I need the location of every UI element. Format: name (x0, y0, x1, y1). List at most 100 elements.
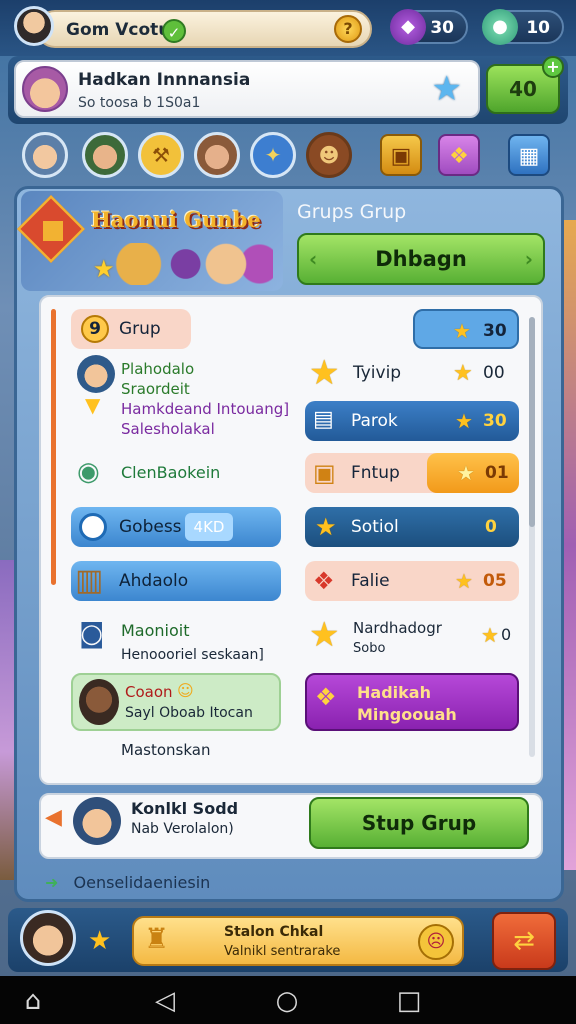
exit-button[interactable]: ⇄ (492, 912, 556, 970)
profile-subtitle: So toosa b 1S0a1 (78, 95, 201, 111)
group-label: Grup (119, 319, 161, 339)
right-item-label: Fntup (351, 463, 400, 483)
scrollbar[interactable] (529, 317, 535, 757)
star-icon: ★ (309, 353, 340, 393)
groups-title: Grups Grup (297, 201, 407, 223)
setup-group-button[interactable]: Stup Grup (309, 797, 529, 849)
group-value-pill[interactable]: ★ 30 (413, 309, 519, 349)
gift-icon: ❖ (315, 683, 337, 711)
footer-note-text: Oenselidaeniesin (73, 873, 211, 892)
cup-icon: ♜ (144, 922, 170, 955)
member-line4: Salesholakal (121, 420, 215, 438)
group-value: 30 (483, 321, 507, 341)
star-icon: ★ (453, 361, 473, 386)
left-item-coaon[interactable]: Coaon ☺ Sayl Oboab Itocan (71, 673, 281, 731)
check-icon: ✓ (162, 19, 186, 43)
status-sub: Valnikl sentrarake (224, 944, 341, 959)
right-item-value: 30 (483, 411, 507, 431)
gems-counter[interactable]: ◆ 30 (390, 9, 468, 45)
left-item-title: Maonioit (121, 621, 190, 640)
left-item-ahdaolo[interactable]: ▥ Ahdaolo (71, 561, 281, 601)
player-avatar[interactable] (20, 910, 76, 966)
scrollbar-thumb[interactable] (529, 317, 535, 527)
profile-banner: Hadkan Innnansia So toosa b 1S0a1 ★ 40 + (8, 56, 568, 124)
chevron-left-icon: ‹ (309, 247, 318, 271)
right-item-fntup[interactable]: ▣ Fntup ★ 01 (305, 453, 519, 493)
icon-row: ⚒ ✦ ☻ ▣ ❖ ▦ (18, 132, 562, 184)
right-item-falie[interactable]: ❖ Falie ★ 05 (305, 561, 519, 601)
star-icon: ★ (88, 926, 112, 956)
star-icon: ★ (431, 69, 462, 109)
right-item-value: 0 (485, 517, 497, 537)
right-item-value: 00 (483, 363, 505, 383)
star-icon: ★ (455, 409, 473, 433)
coin-icon[interactable]: ? (334, 15, 362, 43)
right-item-value: 01 (485, 463, 509, 483)
member-avatar[interactable] (73, 797, 121, 845)
back-icon[interactable]: ◁ (148, 984, 182, 1018)
tokens-value: 10 (526, 18, 550, 38)
star-icon: ★ (453, 319, 471, 343)
arrow-left-icon: ◀ (45, 805, 62, 830)
card-name: Konlkl Sodd (131, 799, 239, 818)
right-item-label: Sotiol (351, 517, 399, 537)
main-panel: Haonui Gunbe ★ Grups Grup ‹ Dhbagn › 9 G… (14, 186, 564, 902)
crate-icon[interactable]: ▣ (380, 134, 422, 176)
medal-icon: ▼ (85, 393, 101, 417)
left-item-title: ClenBaokein (121, 463, 221, 482)
setup-group-label: Stup Grup (361, 811, 477, 835)
tokens-counter[interactable]: ● 10 (482, 9, 564, 45)
game-title: Haonui Gunbe (91, 207, 261, 232)
member-avatar[interactable] (77, 355, 115, 393)
status-panel[interactable]: ♜ Stalon Chkal Valnikl sentrarake ☹ (132, 916, 464, 966)
friend-avatar-1[interactable] (22, 132, 68, 178)
profile-name: Hadkan Innnansia (78, 70, 251, 90)
star-icon: ★ (457, 461, 475, 485)
right-item-parok[interactable]: ▤ Parok ★ 30 (305, 401, 519, 441)
box-icon[interactable]: ▦ (508, 134, 550, 176)
member-info: Plahodalo Sraordeit Hamkdeand Intouang] … (121, 359, 289, 439)
plus-icon[interactable]: + (542, 56, 564, 78)
right-item-label: Falie (351, 571, 390, 591)
player-avatar[interactable] (14, 6, 54, 46)
banner-artwork (105, 243, 273, 285)
gem-icon: ◆ (390, 9, 426, 45)
main-action-label: Dhbagn (375, 247, 467, 271)
monkey-icon[interactable]: ☻ (306, 132, 352, 178)
arrow-icon: ➜ (45, 873, 59, 892)
friend-avatar-3[interactable] (194, 132, 240, 178)
right-item-value: 05 (483, 571, 507, 591)
token-icon: ● (482, 9, 518, 45)
left-item-gobess[interactable]: Gobess 4KD (71, 507, 281, 547)
smile-icon: ☺ (177, 681, 194, 700)
right-item-sub: Sobo (353, 641, 386, 656)
bowl-icon: ◉ (77, 457, 100, 487)
horn-icon[interactable]: ✦ (250, 132, 296, 178)
cup-icon: ◙ (79, 619, 105, 649)
hammer-icon[interactable]: ⚒ (138, 132, 184, 178)
recents-icon[interactable]: □ (392, 984, 426, 1018)
gift-icon[interactable]: ❖ (438, 134, 480, 176)
main-action-button[interactable]: ‹ Dhbagn › (297, 233, 545, 285)
right-item-sub: Mingoouah (357, 705, 457, 724)
group-badge[interactable]: 9 Grup (71, 309, 191, 349)
player-name-pill[interactable]: Gom Vcotu ✓ ? (36, 10, 372, 48)
bottom-bar: ★ ♜ Stalon Chkal Valnikl sentrarake ☹ ⇄ (8, 908, 568, 972)
right-item-hadikah[interactable]: ❖ Hadikah Mingoouah (305, 673, 519, 731)
game-banner: Haonui Gunbe ★ (17, 191, 283, 291)
card-sub: Nab Verolalon) (131, 821, 234, 837)
home-circle-icon[interactable]: ○ (270, 984, 304, 1018)
left-item-title: Mastonskan (121, 741, 211, 759)
left-item-title: Gobess (119, 517, 182, 537)
level-button[interactable]: 40 + (486, 56, 564, 114)
star-icon: ★ (455, 569, 473, 593)
face-icon[interactable]: ☹ (418, 924, 454, 960)
toolbox-icon: ▤ (313, 407, 334, 432)
right-item-sotiol[interactable]: ★ Sotiol 0 (305, 507, 519, 547)
home-icon[interactable]: ⌂ (16, 984, 50, 1018)
friend-avatar-2[interactable] (82, 132, 128, 178)
system-nav-bar: ⌂ ◁ ○ □ (0, 976, 576, 1024)
profile-avatar (22, 66, 68, 112)
profile-card[interactable]: Hadkan Innnansia So toosa b 1S0a1 ★ (14, 60, 480, 118)
member-line2: Sraordeit (121, 380, 190, 398)
